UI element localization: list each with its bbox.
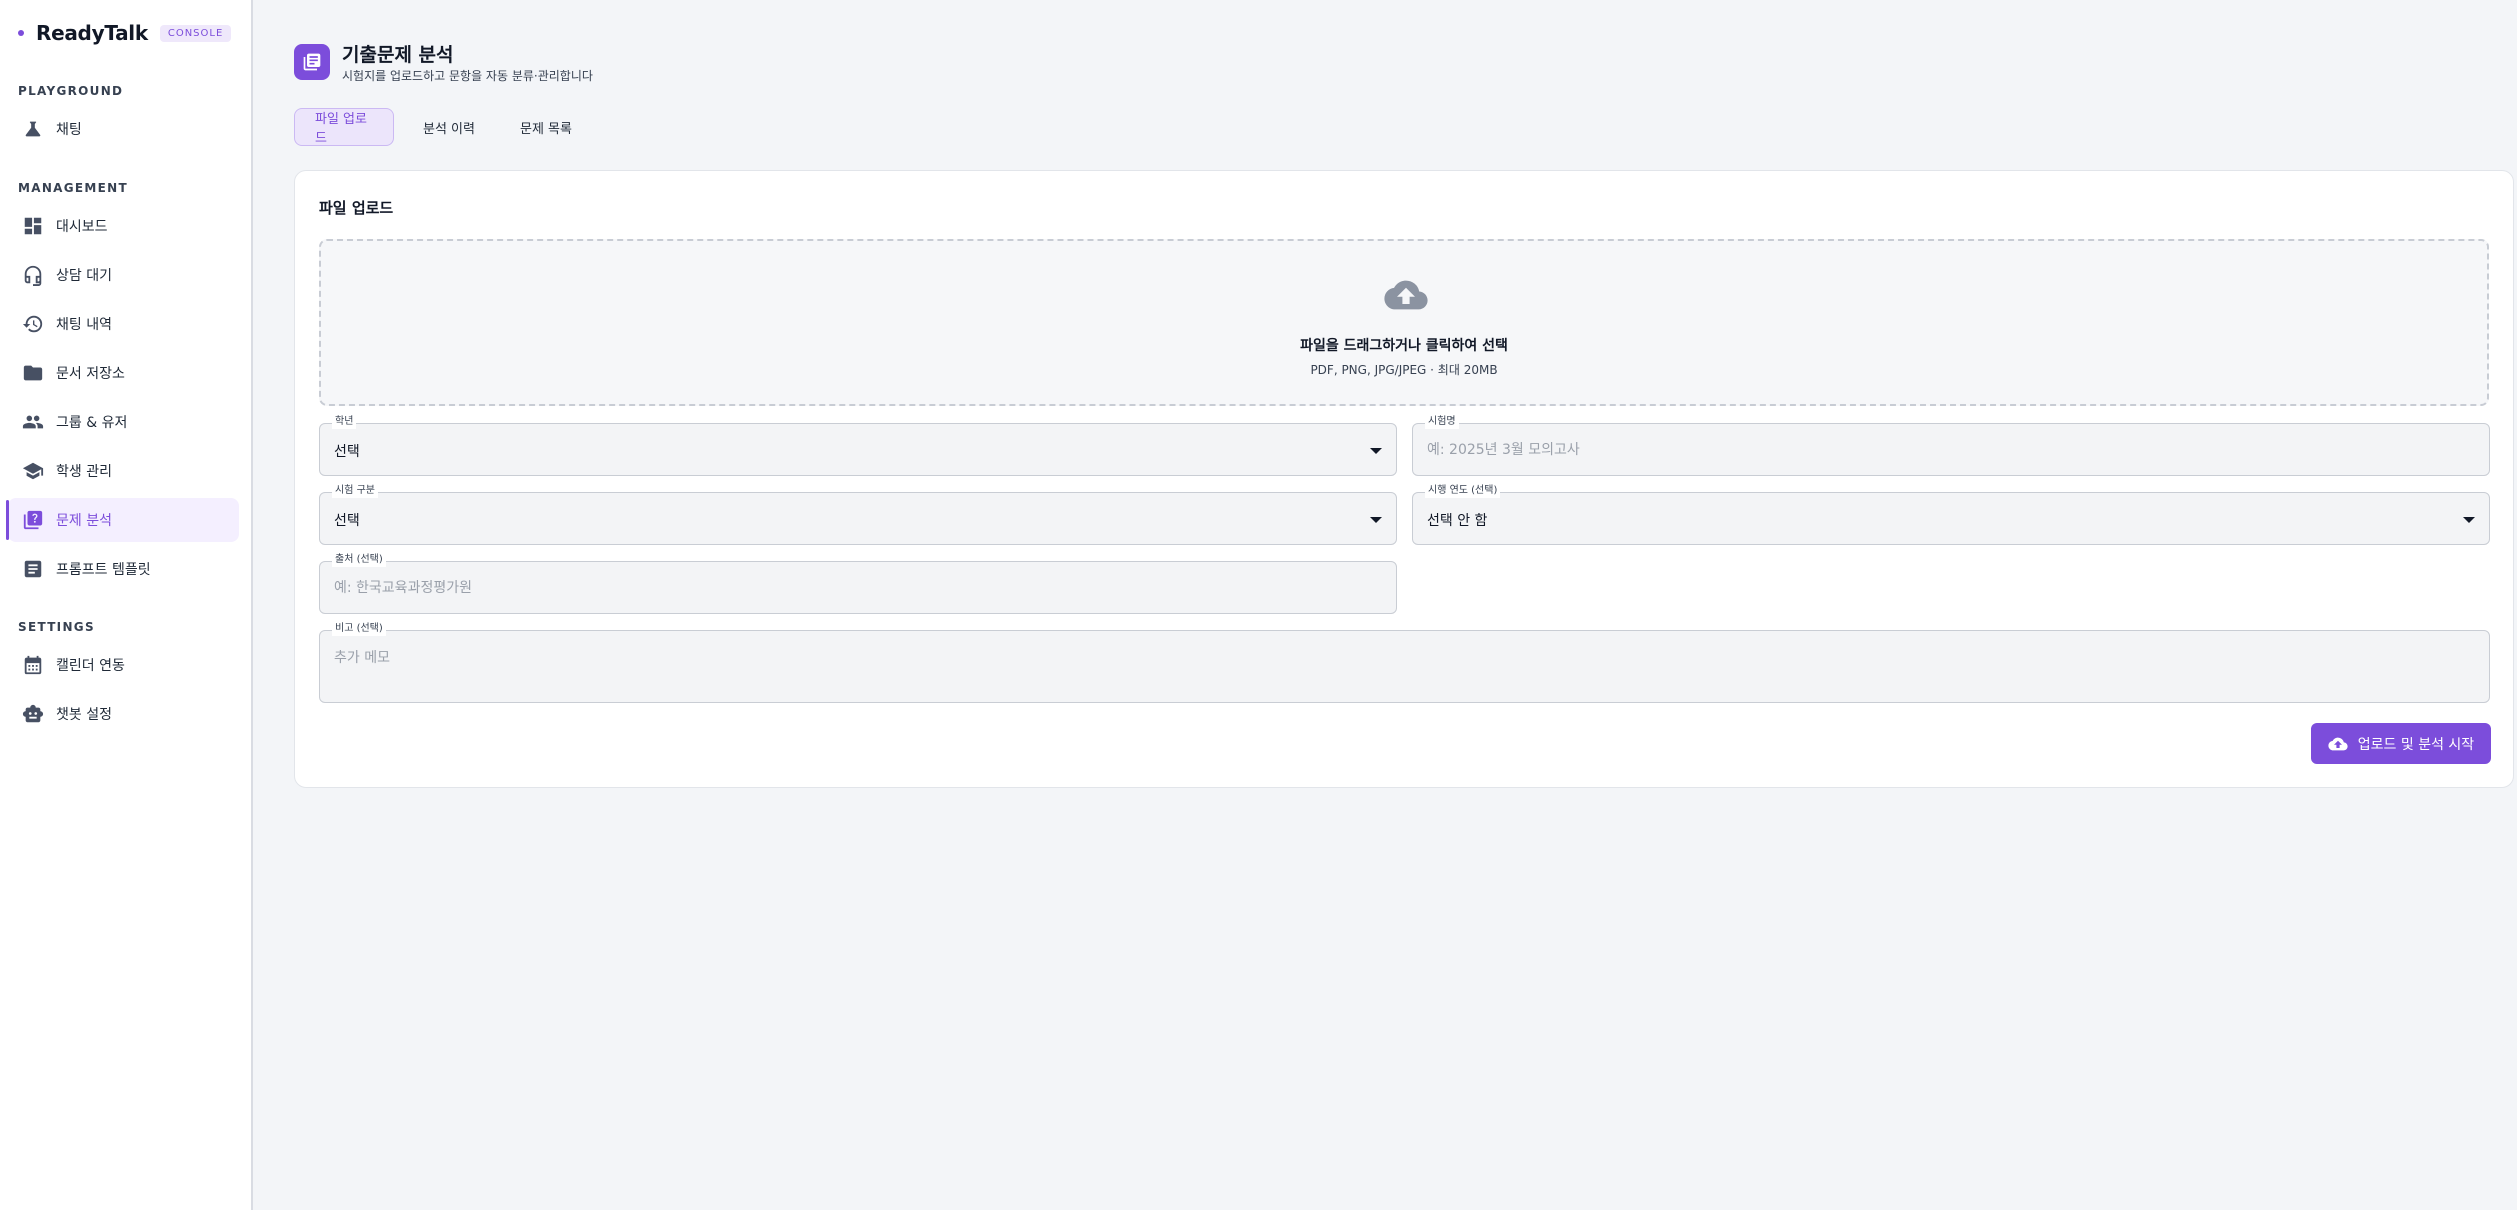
sidebar-item-label: 채팅 내역 — [56, 317, 112, 333]
article-icon — [22, 558, 44, 580]
dropzone-hint: PDF, PNG, JPG/JPEG · 최대 20MB — [1310, 363, 1498, 377]
brand[interactable]: ReadyTalk CONSOLE — [18, 20, 232, 46]
sidebar-item-chat-history[interactable]: 채팅 내역 — [8, 302, 239, 346]
people-icon — [22, 411, 44, 433]
exam-name-field: 시험명 — [1412, 415, 2490, 476]
cloud-upload-icon — [1384, 277, 1428, 313]
quiz-icon — [22, 509, 44, 531]
sidebar-item-label: 챗봇 설정 — [56, 707, 112, 723]
page-subtitle: 시험지를 업로드하고 문항을 자동 분류·관리합니다 — [342, 69, 593, 83]
submit-label: 업로드 및 분석 시작 — [2357, 736, 2475, 753]
sidebar-item-label: 프롬프트 템플릿 — [56, 562, 151, 578]
upload-card: 파일 업로드 파일을 드래그하거나 클릭하여 선택 PDF, PNG, JPG/… — [294, 170, 2514, 788]
grade-value: 선택 — [334, 444, 360, 460]
sidebar-item-student-management[interactable]: 학생 관리 — [8, 449, 239, 493]
headset-icon — [22, 264, 44, 286]
page-icon — [294, 44, 330, 80]
sidebar-item-label: 그룹 & 유저 — [56, 415, 128, 431]
library-books-icon — [303, 53, 321, 71]
caret-down-icon — [1370, 517, 1382, 523]
folder-icon — [22, 362, 44, 384]
tab-analysis-history[interactable]: 분석 이력 — [403, 108, 495, 146]
robot-icon — [22, 703, 44, 725]
brand-dot — [18, 30, 24, 36]
sidebar-item-label: 학생 관리 — [56, 464, 112, 480]
tab-question-list[interactable]: 문제 목록 — [500, 108, 592, 146]
upload-and-analyze-button[interactable]: 업로드 및 분석 시작 — [2311, 723, 2491, 764]
page-title: 기출문제 분석 — [342, 44, 454, 66]
grade-select[interactable]: 학년 선택 — [319, 415, 1397, 476]
sidebar-item-label: 채팅 — [56, 122, 82, 138]
sidebar-item-chat[interactable]: 채팅 — [8, 107, 239, 151]
sidebar-item-prompt-templates[interactable]: 프롬프트 템플릿 — [8, 547, 239, 591]
calendar-icon — [22, 654, 44, 676]
note-textarea[interactable] — [320, 631, 2489, 702]
exam-year-value: 선택 안 함 — [1427, 513, 1488, 529]
brand-name: ReadyTalk — [36, 21, 148, 45]
sidebar-item-label: 캘린더 연동 — [56, 658, 125, 674]
exam-year-label: 시행 연도 (선택) — [1425, 484, 1501, 498]
flask-icon — [22, 118, 44, 140]
card-title: 파일 업로드 — [319, 199, 394, 217]
sidebar-item-chatbot-settings[interactable]: 챗봇 설정 — [8, 692, 239, 736]
grade-label: 학년 — [332, 415, 357, 429]
tab-file-upload[interactable]: 파일 업로드 — [294, 108, 394, 146]
sidebar-item-calendar-integration[interactable]: 캘린더 연동 — [8, 643, 239, 687]
sidebar-item-document-storage[interactable]: 문서 저장소 — [8, 351, 239, 395]
sidebar-item-label: 상담 대기 — [56, 268, 112, 284]
source-field: 출처 (선택) — [319, 553, 1397, 614]
caret-down-icon — [1370, 448, 1382, 454]
sidebar: ReadyTalk CONSOLE PLAYGROUND 채팅 MANAGEME… — [0, 0, 253, 1210]
sidebar-item-groups-users[interactable]: 그룹 & 유저 — [8, 400, 239, 444]
dropzone-text: 파일을 드래그하거나 클릭하여 선택 — [1300, 338, 1508, 354]
source-input[interactable] — [320, 562, 1396, 613]
section-title-management: MANAGEMENT — [18, 181, 128, 195]
exam-year-select[interactable]: 시행 연도 (선택) 선택 안 함 — [1412, 484, 2490, 545]
file-dropzone[interactable]: 파일을 드래그하거나 클릭하여 선택 PDF, PNG, JPG/JPEG · … — [319, 239, 2489, 406]
exam-type-value: 선택 — [334, 513, 360, 529]
caret-down-icon — [2463, 517, 2475, 523]
exam-type-select[interactable]: 시험 구분 선택 — [319, 484, 1397, 545]
section-title-settings: SETTINGS — [18, 620, 95, 634]
note-field: 비고 (선택) — [319, 622, 2490, 703]
sidebar-item-label: 대시보드 — [56, 219, 108, 235]
sidebar-item-label: 문서 저장소 — [56, 366, 125, 382]
section-title-playground: PLAYGROUND — [18, 84, 124, 98]
console-badge: CONSOLE — [159, 24, 232, 42]
sidebar-item-dashboard[interactable]: 대시보드 — [8, 204, 239, 248]
exam-name-input[interactable] — [1413, 424, 2489, 475]
school-icon — [22, 460, 44, 482]
sidebar-item-label: 문제 분석 — [56, 513, 112, 529]
history-icon — [22, 313, 44, 335]
sidebar-item-question-analysis[interactable]: 문제 분석 — [6, 498, 239, 542]
cloud-upload-icon — [2328, 737, 2348, 750]
exam-type-label: 시험 구분 — [332, 484, 378, 498]
sidebar-item-consult-queue[interactable]: 상담 대기 — [8, 253, 239, 297]
dashboard-icon — [22, 215, 44, 237]
